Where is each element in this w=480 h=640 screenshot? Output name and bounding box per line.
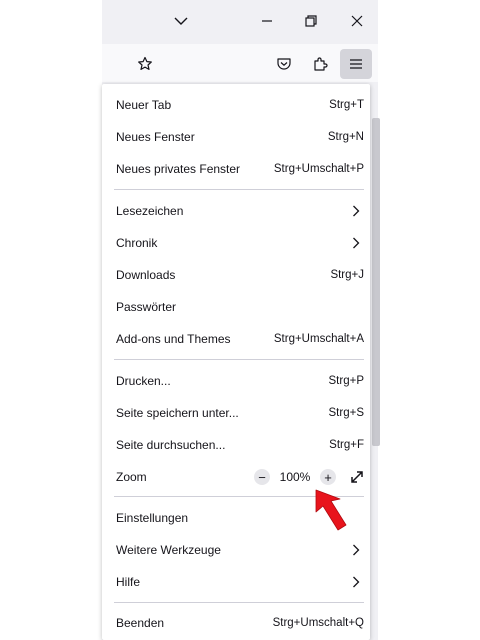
menu-item-shortcut: Strg+P [328,375,364,387]
chevron-right-icon [352,237,360,249]
menu-item-help[interactable]: Hilfe [116,569,364,595]
app-menu-panel: Neuer Tab Strg+T Neues Fenster Strg+N Ne… [102,84,370,640]
menu-item-label: Passwörter [116,300,177,314]
menu-item-label: Hilfe [116,575,141,589]
menu-item-label: Seite speichern unter... [116,406,239,420]
menu-item-addons[interactable]: Add-ons und Themes Strg+Umschalt+A [116,326,364,352]
menu-item-shortcut: Strg+J [330,269,364,281]
menu-item-label: Weitere Werkzeuge [116,543,221,557]
hamburger-menu-icon[interactable] [347,55,365,73]
menu-item-shortcut: Strg+N [327,131,364,143]
menu-item-label: Beenden [116,616,165,630]
menu-item-shortcut: Strg+Umschalt+A [273,333,364,345]
star-icon[interactable] [136,55,154,73]
menu-item-print[interactable]: Drucken... Strg+P [116,368,364,394]
menu-item-bookmarks[interactable]: Lesezeichen [116,198,364,224]
zoom-out-icon[interactable]: − [254,469,270,485]
menu-item-find-in-page[interactable]: Seite durchsuchen... Strg+F [116,432,364,458]
menu-item-label: Seite durchsuchen... [116,438,226,452]
extensions-icon[interactable] [311,55,329,73]
zoom-level[interactable]: 100% [270,470,320,484]
close-icon[interactable] [348,12,366,30]
menu-item-more-tools[interactable]: Weitere Werkzeuge [116,537,364,563]
chevron-right-icon [352,205,360,217]
menu-item-label: Lesezeichen [116,204,184,218]
menu-item-shortcut: Strg+Umschalt+P [273,163,364,175]
menu-item-shortcut: Strg+S [328,407,364,419]
menu-item-passwords[interactable]: Passwörter [116,294,364,320]
menu-separator [114,602,364,603]
chevron-down-icon[interactable] [172,12,190,30]
title-bar [102,0,378,44]
zoom-in-icon[interactable]: + [320,469,336,485]
menu-item-save-page[interactable]: Seite speichern unter... Strg+S [116,400,364,426]
menu-item-new-tab[interactable]: Neuer Tab Strg+T [116,92,364,118]
zoom-controls: − 100% + [254,469,364,485]
menu-item-zoom: Zoom − 100% + [116,464,364,490]
chevron-right-icon [352,576,360,588]
menu-item-label: Einstellungen [116,511,189,525]
menu-item-label: Drucken... [116,374,171,388]
menu-separator [114,359,364,360]
fullscreen-icon[interactable] [350,470,364,484]
menu-separator [114,189,364,190]
menu-item-new-private-window[interactable]: Neues privates Fenster Strg+Umschalt+P [116,156,364,182]
scrollbar-thumb[interactable] [372,118,380,446]
restore-icon[interactable] [302,12,320,30]
menu-item-new-window[interactable]: Neues Fenster Strg+N [116,124,364,150]
menu-item-quit[interactable]: Beenden Strg+Umschalt+Q [116,610,364,636]
menu-item-label: Downloads [116,268,176,282]
menu-item-label: Neuer Tab [116,98,172,112]
menu-item-label: Add-ons und Themes [116,332,231,346]
menu-item-shortcut: Strg+Umschalt+Q [272,617,364,629]
zoom-label: Zoom [116,470,147,484]
red-arrow-annotation [310,488,354,539]
minimize-icon[interactable] [258,12,276,30]
menu-item-label: Neues Fenster [116,130,195,144]
menu-item-shortcut: Strg+F [329,439,364,451]
menu-item-downloads[interactable]: Downloads Strg+J [116,262,364,288]
menu-item-label: Chronik [116,236,158,250]
menu-item-shortcut: Strg+T [329,99,364,111]
pocket-icon[interactable] [275,55,293,73]
menu-item-history[interactable]: Chronik [116,230,364,256]
chevron-right-icon [352,544,360,556]
menu-item-label: Neues privates Fenster [116,162,241,176]
